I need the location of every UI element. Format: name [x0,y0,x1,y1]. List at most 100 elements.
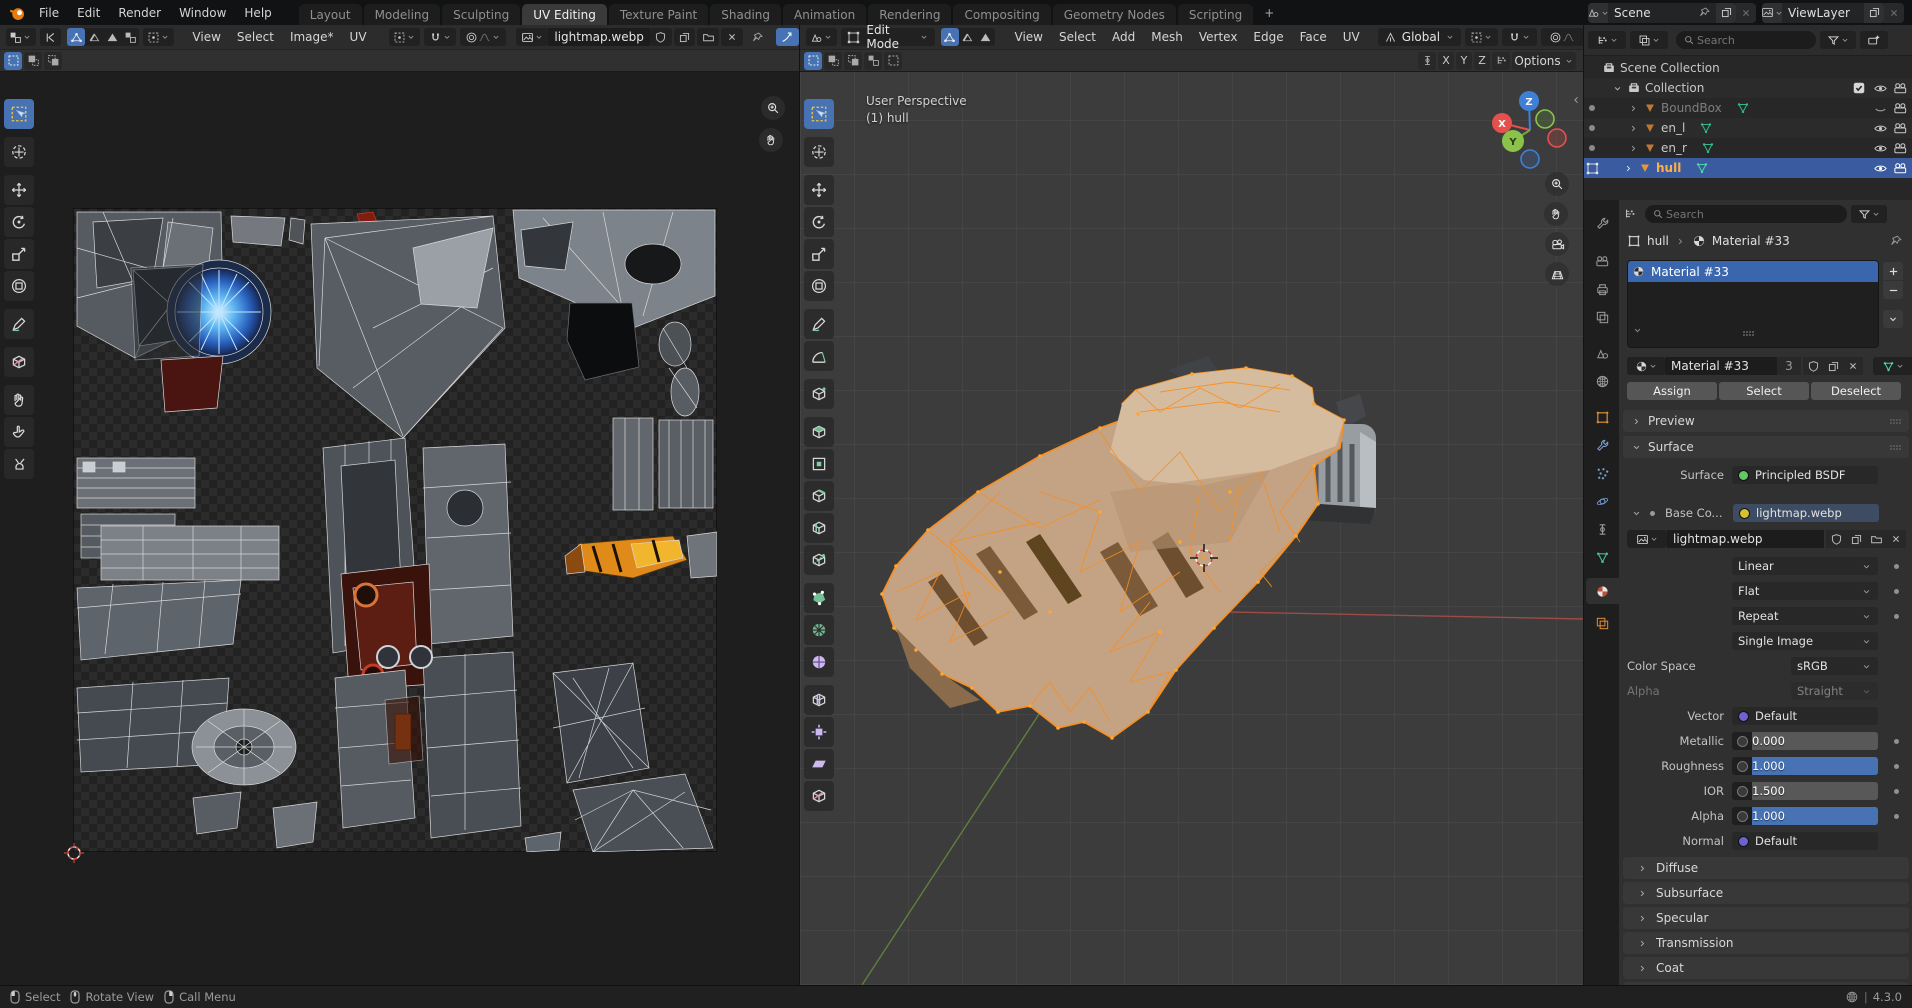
tab-compositing[interactable]: Compositing [953,4,1050,25]
outliner-row-collection[interactable]: Collection [1584,78,1912,98]
tab-constraints[interactable] [1586,516,1619,542]
viewlayer-copy-button[interactable] [1864,3,1884,23]
material-specials-button[interactable] [1883,310,1903,328]
vp-menu-vertex[interactable]: Vertex [1191,30,1246,44]
extension-dropdown[interactable]: Repeat [1732,607,1878,625]
expand-icon[interactable] [1631,508,1642,519]
new-collection-button[interactable] [1860,31,1888,49]
viewlayer-browse-icon[interactable] [1762,3,1782,23]
color-space-dropdown[interactable]: sRGB [1791,657,1878,675]
tool-measure[interactable] [804,341,834,371]
tool-extrude-region[interactable] [804,417,834,447]
face-mode-button[interactable] [977,28,995,46]
tab-world[interactable] [1586,368,1619,394]
uv-image-fake-user-toggle[interactable] [650,28,672,46]
tool-annotate[interactable] [804,309,834,339]
tab-scripting[interactable]: Scripting [1178,4,1253,25]
alpha-slider[interactable]: 1.000 [1752,807,1878,825]
properties-pin-icon[interactable] [1889,234,1903,248]
decorator-dot[interactable] [1894,814,1899,819]
tool-move[interactable] [804,175,834,205]
vertex-mode-button[interactable] [941,28,959,46]
outliner-row-en-l[interactable]: en_l [1584,118,1912,138]
mirror-y-toggle[interactable]: Y [1456,52,1472,70]
uv-image-open-button[interactable] [697,28,719,46]
transmission-panel-header[interactable]: Transmission [1623,932,1909,954]
uv-tool-relax[interactable] [4,417,34,447]
tab-geometry-nodes[interactable]: Geometry Nodes [1053,4,1176,25]
base-color-value-field[interactable]: lightmap.webp [1733,504,1879,522]
interpolation-dropdown[interactable]: Linear [1732,557,1878,575]
tool-knife[interactable] [804,545,834,575]
uv-tool-rip-region[interactable] [4,347,34,377]
transform-orientation-selector[interactable]: Global [1378,28,1461,46]
image-browse-button[interactable] [1627,530,1667,548]
uv-menu-uv[interactable]: UV [342,30,375,44]
viewport-pan-button[interactable] [1544,202,1568,226]
viewlayer-selector[interactable]: ViewLayer [1762,3,1904,23]
panel-grip-icon[interactable] [1887,439,1903,455]
network-globe-icon[interactable] [1845,990,1859,1004]
render-visibility-icon[interactable] [1893,101,1908,116]
en-l-label[interactable]: en_l [1661,121,1685,135]
blender-logo-icon[interactable] [8,4,26,22]
outliner-search-input[interactable] [1695,33,1809,48]
scene-selector[interactable]: Scene [1588,3,1756,23]
uv-select-mode-subtract-button[interactable] [44,52,62,70]
viewlayer-name[interactable]: ViewLayer [1782,6,1864,20]
expand-icon[interactable] [1612,83,1623,94]
uv-menu-select[interactable]: Select [229,30,282,44]
menu-edit[interactable]: Edit [68,0,109,25]
tool-shrink-fatten[interactable] [804,717,834,747]
tab-object[interactable] [1586,404,1619,430]
uv-canvas[interactable] [0,72,799,985]
uv-image-new-copy-button[interactable] [674,28,696,46]
scene-name[interactable]: Scene [1608,6,1698,20]
tab-sculpting[interactable]: Sculpting [442,4,520,25]
hide-eye-icon[interactable] [1873,81,1888,96]
uv-pan-button[interactable] [759,128,783,152]
hide-eye-icon[interactable] [1873,161,1888,176]
uv-proportional-edit-group[interactable] [460,28,505,46]
menu-render[interactable]: Render [109,0,170,25]
tool-loop-cut[interactable] [804,513,834,543]
specular-panel-header[interactable]: Specular [1623,907,1909,929]
uv-tool-select-box[interactable] [4,99,34,129]
tool-poly-build[interactable] [804,583,834,613]
vp-menu-view[interactable]: View [1007,30,1051,44]
uv-select-face-button[interactable] [103,28,121,46]
uv-tool-cursor[interactable] [4,137,34,167]
outliner-display-mode-button[interactable] [1588,31,1626,49]
expand-icon[interactable] [1628,143,1639,154]
uv-tool-scale[interactable] [4,239,34,269]
viewport-zoom-button[interactable] [1545,172,1569,196]
outliner-row-hull[interactable]: hull [1584,158,1912,178]
vp-select-mode-new-button[interactable] [804,52,822,70]
material-users-count[interactable]: 3 [1777,357,1801,375]
vp-menu-add[interactable]: Add [1104,30,1143,44]
image-unlink-button[interactable] [1886,530,1906,548]
camera-view-button[interactable] [1545,232,1569,256]
viewport-editor-type-button[interactable] [806,28,837,46]
edge-mode-button[interactable] [959,28,977,46]
hide-eye-icon[interactable] [1873,121,1888,136]
render-visibility-icon[interactable] [1893,161,1908,176]
uv-image-pin-icon[interactable] [751,31,764,44]
material-slot-name[interactable]: Material #33 [1651,265,1729,279]
metallic-slider[interactable]: 0.000 [1752,732,1878,750]
uv-pivot-point-button[interactable] [389,28,420,46]
tool-rip-region[interactable] [804,781,834,811]
tool-spin[interactable] [804,615,834,645]
add-material-slot-button[interactable] [1883,262,1903,280]
ior-socket-button[interactable] [1732,782,1752,800]
uv-menu-image[interactable]: Image* [282,30,342,44]
vp-select-mode-extend-button[interactable] [824,52,842,70]
hull-label[interactable]: hull [1656,161,1681,175]
scene-copy-button[interactable] [1716,3,1736,23]
outliner-row-scene-collection[interactable]: Scene Collection [1584,58,1912,78]
uv-image-name-field[interactable]: lightmap.webp [548,28,650,46]
tab-physics[interactable] [1586,488,1619,514]
navigation-gizmo[interactable]: Z X Y [1488,88,1572,172]
vp-select-mode-intersect-button[interactable] [884,52,902,70]
vp-menu-edge[interactable]: Edge [1245,30,1291,44]
